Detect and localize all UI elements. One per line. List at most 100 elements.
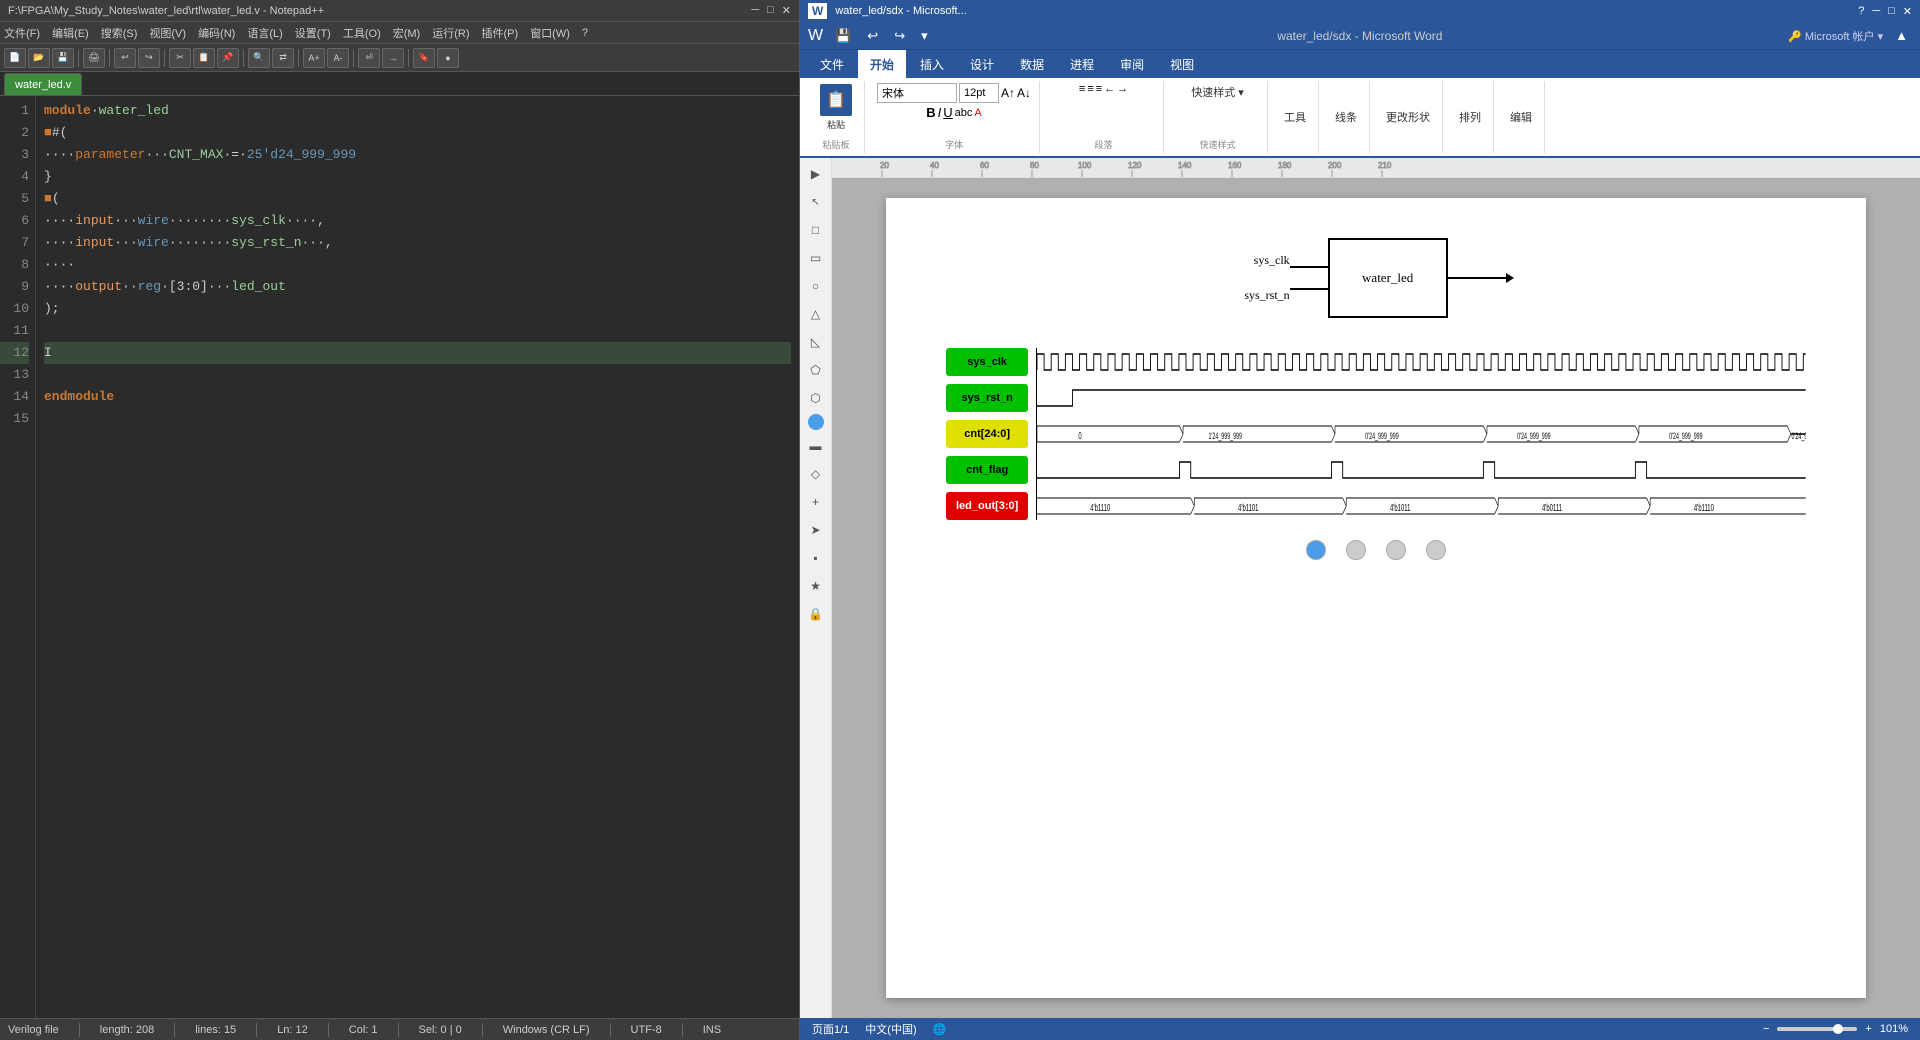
tool-rectangle2[interactable]: ▬ [804,434,828,458]
menu-lang[interactable]: 语言(L) [247,25,282,41]
zoom-out-btn[interactable]: A- [327,48,349,68]
edit-btn[interactable]: 编辑 [1506,108,1536,126]
tool-pentagon[interactable]: ⬠ [804,358,828,382]
tool-diamond[interactable]: ◇ [804,462,828,486]
word-minimize-btn[interactable]: ─ [1872,5,1880,18]
edit-shape-btn[interactable]: 更改形状 [1382,108,1434,126]
tool-ellipse[interactable]: ○ [804,274,828,298]
macro-btn[interactable]: ● [437,48,459,68]
word-help-btn[interactable]: ? [1858,5,1864,18]
tool-cross[interactable]: + [804,490,828,514]
undo-btn[interactable]: ↩ [114,48,136,68]
page-dot-3[interactable] [1386,540,1406,560]
copy-btn[interactable]: 📋 [193,48,215,68]
find-btn[interactable]: 🔍 [248,48,270,68]
tool-rectangle[interactable]: □ [804,218,828,242]
menu-edit[interactable]: 编辑(E) [52,25,89,41]
line-btn[interactable]: 线条 [1331,108,1361,126]
word-restore-btn[interactable]: □ [1888,5,1895,18]
word-close-btn[interactable]: ✕ [1903,5,1912,18]
italic-btn[interactable]: I [938,105,942,120]
tool-lock[interactable]: 🔒 [804,602,828,626]
save-btn[interactable]: 💾 [52,48,74,68]
indent-left-btn[interactable]: ← [1104,83,1115,95]
page-dot-2[interactable] [1346,540,1366,560]
tool-right-triangle[interactable]: ◺ [804,330,828,354]
tools-btn[interactable]: 工具 [1280,108,1310,126]
cut-btn[interactable]: ✂ [169,48,191,68]
menu-window[interactable]: 窗口(W) [530,25,570,41]
menu-help[interactable]: ? [582,27,588,39]
ribbon-collapse-btn[interactable]: ▲ [1891,26,1912,45]
tool-triangle[interactable]: △ [804,302,828,326]
minimize-btn[interactable]: ─ [751,4,759,17]
code-content[interactable]: module · water_led ■ #( ···· parameter ·… [36,96,799,1018]
font-size-input[interactable] [959,83,999,103]
font-name-input[interactable] [877,83,957,103]
arrange-btn[interactable]: 排列 [1455,108,1485,126]
tool-star[interactable]: ★ [804,574,828,598]
menu-plugins[interactable]: 插件(P) [482,25,519,41]
indent-btn[interactable]: → [382,48,404,68]
open-btn[interactable]: 📂 [28,48,50,68]
align-right-btn[interactable]: ≡ [1096,83,1102,95]
font-color-btn[interactable]: A [974,107,981,119]
tab-home[interactable]: 开始 [858,50,906,78]
menu-file[interactable]: 文件(F) [4,25,40,41]
quick-undo-btn[interactable]: ↩ [863,26,882,46]
quick-styles-btn[interactable]: 快速样式 ▾ [1187,83,1248,101]
menu-encode[interactable]: 编码(N) [198,25,235,41]
page-dot-4[interactable] [1426,540,1446,560]
print-btn[interactable]: 🖨 [83,48,105,68]
zoom-in-btn[interactable]: A+ [303,48,325,68]
tab-file[interactable]: 文件 [808,50,856,78]
account-btn[interactable]: 🔑 Microsoft 帐户 ▾ [1788,28,1883,44]
bookmark-btn[interactable]: 🔖 [413,48,435,68]
sidebar-expand-btn[interactable]: ▶ [804,162,828,186]
tool-hexagon[interactable]: ⬡ [804,386,828,410]
tool-rect3[interactable]: ▪ [804,546,828,570]
paste-btn[interactable]: 📌 [217,48,239,68]
tab-design[interactable]: 设计 [958,50,1006,78]
word-canvas[interactable]: sys_clk sys_rst_n [832,178,1920,1018]
redo-btn[interactable]: ↪ [138,48,160,68]
tool-select[interactable]: ↖ [804,190,828,214]
menu-tools[interactable]: 工具(O) [343,25,381,41]
bold-btn[interactable]: B [926,105,935,120]
maximize-btn[interactable]: □ [767,4,774,17]
tool-circle-filled[interactable] [808,414,824,430]
close-btn[interactable]: ✕ [782,4,791,17]
font-grow-btn[interactable]: A↑ [1001,86,1015,100]
zoom-out-btn[interactable]: − [1763,1023,1769,1035]
status-crlf: Windows (CR LF) [503,1024,590,1036]
align-left-btn[interactable]: ≡ [1079,83,1085,95]
menu-view[interactable]: 视图(V) [149,25,186,41]
indent-right-btn[interactable]: → [1117,83,1128,95]
tab-insert[interactable]: 插入 [908,50,956,78]
tab-process[interactable]: 进程 [1058,50,1106,78]
wrap-btn[interactable]: ⏎ [358,48,380,68]
menu-search[interactable]: 搜索(S) [101,25,138,41]
quick-more-btn[interactable]: ▾ [917,26,932,46]
font-shrink-btn[interactable]: A↓ [1017,86,1031,100]
quick-redo-btn[interactable]: ↪ [890,26,909,46]
quick-save-btn[interactable]: 💾 [831,26,855,46]
menu-settings[interactable]: 设置(T) [295,25,331,41]
tab-view[interactable]: 视图 [1158,50,1206,78]
page-dot-1[interactable] [1306,540,1326,560]
tool-rounded-rect[interactable]: ▭ [804,246,828,270]
menu-macro[interactable]: 宏(M) [393,25,421,41]
file-tab[interactable]: water_led.v [4,73,82,95]
tab-data[interactable]: 数据 [1008,50,1056,78]
menu-run[interactable]: 运行(R) [432,25,469,41]
underline-btn[interactable]: U [943,105,952,120]
zoom-in-btn[interactable]: + [1865,1023,1871,1035]
replace-btn[interactable]: ⇄ [272,48,294,68]
paste-btn[interactable]: 📋 粘贴 [816,83,856,131]
tab-review[interactable]: 审阅 [1108,50,1156,78]
strikethrough-btn[interactable]: abc [955,107,973,119]
new-btn[interactable]: 📄 [4,48,26,68]
align-center-btn[interactable]: ≡ [1087,83,1093,95]
zoom-slider[interactable] [1777,1027,1857,1031]
tool-arrow[interactable]: ➤ [804,518,828,542]
